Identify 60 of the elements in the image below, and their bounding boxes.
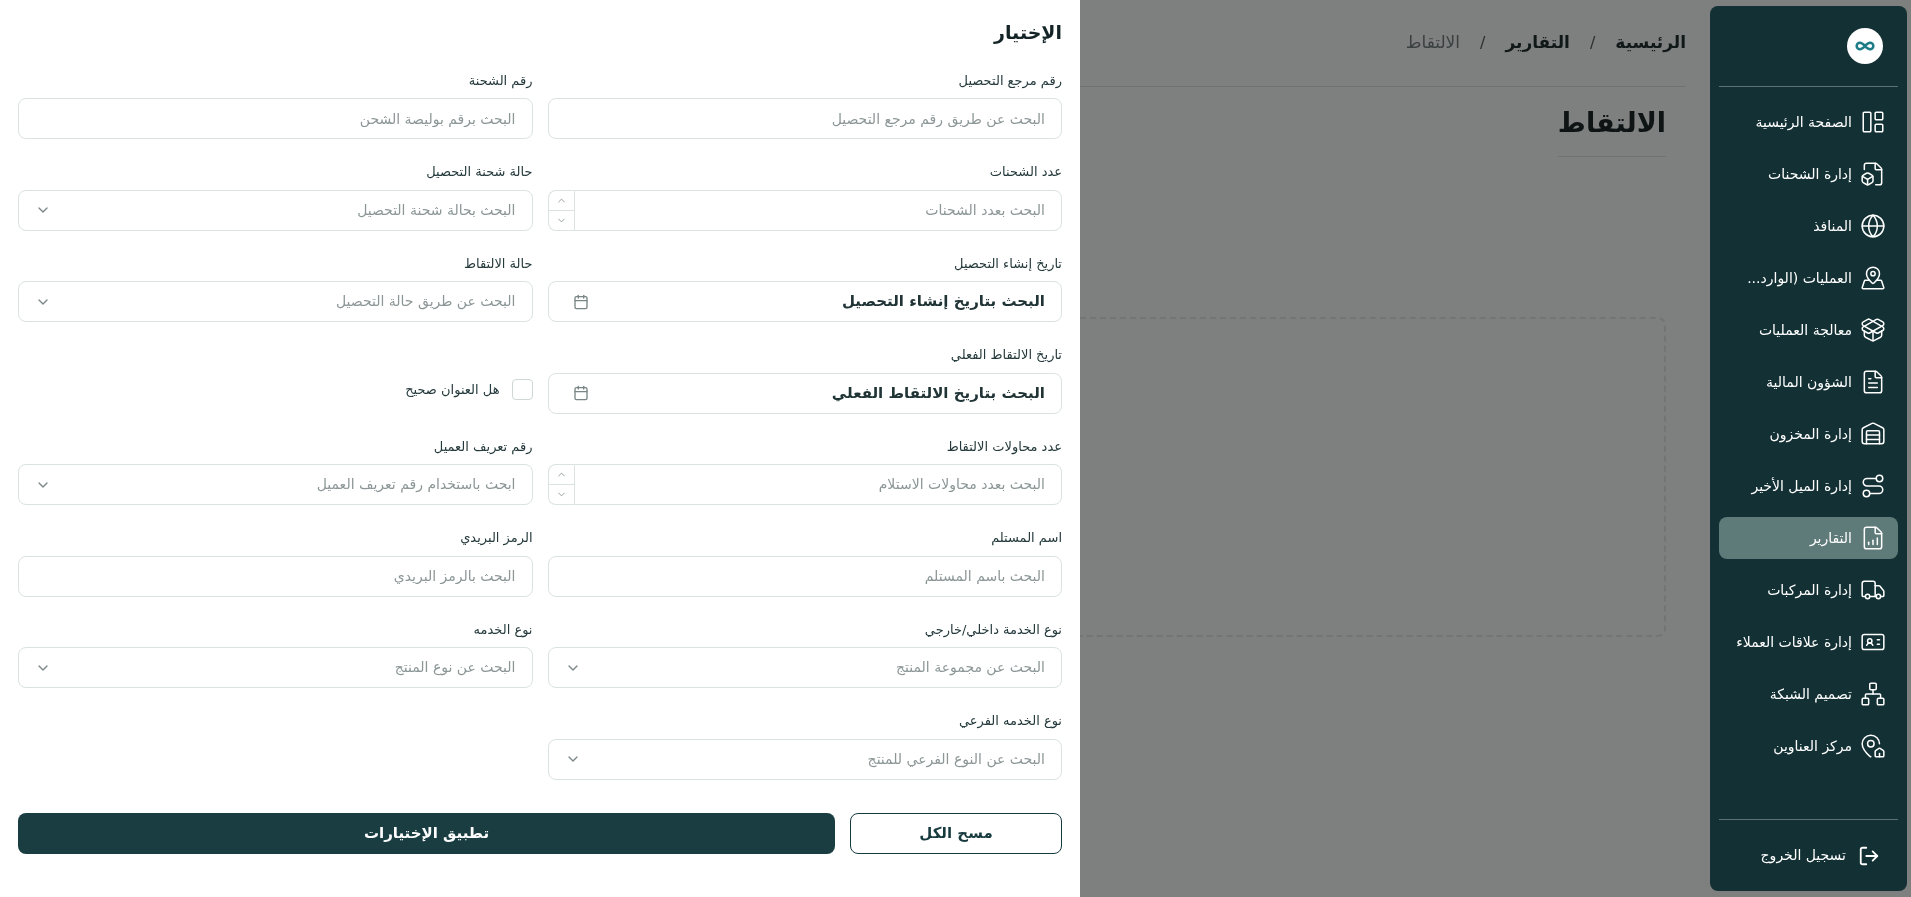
checkbox[interactable] (511, 379, 533, 401)
field-label: حالة الالتقاط (463, 254, 533, 273)
clear-all-button[interactable]: مسح الكل (850, 812, 1062, 854)
field-label: اسم المستلم (991, 529, 1062, 548)
sidebar-item[interactable]: إدارة الميل الأخير (1719, 465, 1898, 507)
number-stepper[interactable] (547, 464, 574, 505)
globe-icon (1860, 213, 1886, 239)
network-icon (1860, 681, 1886, 707)
sidebar-item[interactable]: تصميم الشبكة (1719, 673, 1898, 715)
sidebar-item[interactable]: التقارير (1719, 517, 1898, 559)
logout-icon (1858, 844, 1880, 867)
field-label: نوع الخدمه (473, 620, 533, 639)
layout-icon (1860, 109, 1886, 135)
map-pin-house-icon (1860, 733, 1886, 759)
package-icon (1860, 317, 1886, 343)
number-stepper[interactable] (547, 189, 574, 231)
sidebar-item[interactable]: الشؤون المالية (1719, 361, 1898, 403)
logout-button[interactable]: تسجيل الخروج (1760, 844, 1880, 867)
field-label: تاريخ إنشاء التحصيل (954, 254, 1062, 273)
input-field[interactable]: البحث بالرمز البريدي (18, 555, 533, 597)
sidebar-item[interactable]: العمليات (الوارد... (1719, 257, 1898, 299)
field-label: رقم تعريف العميل (433, 437, 533, 456)
field-label: حالة شحنة التحصيل (426, 163, 533, 181)
sidebar-item[interactable]: الصفحة الرئيسية (1719, 101, 1898, 143)
field-label: رقم مرجع التحصيل (958, 71, 1062, 90)
checkbox-label: هل العنوان صحيح (405, 381, 500, 400)
date-field[interactable]: البحث بتاريخ إنشاء التحصيل (547, 281, 1062, 322)
sidebar-item[interactable]: إدارة الشحنات (1719, 153, 1898, 195)
sidebar-item[interactable]: معالجة العمليات (1719, 309, 1898, 351)
field-label: عدد الشحنات (989, 163, 1062, 181)
apply-filters-button[interactable]: تطبيق الإختيارات (18, 812, 835, 854)
route-icon (1860, 473, 1886, 499)
number-input-field[interactable]: البحث بعدد الشحنات (573, 189, 1062, 231)
breadcrumb-link[interactable]: الرئيسية (1615, 30, 1686, 56)
logo-icon (1847, 28, 1883, 64)
field-label: تاريخ الالتقاط الفعلي (950, 346, 1062, 364)
page-title: الالتقاط (1557, 103, 1666, 157)
sidebar-item[interactable]: إدارة المخزون (1719, 413, 1898, 455)
number-input-field[interactable]: البحث بعدد محاولات الاستلام (573, 464, 1062, 505)
field-label: رقم الشحنة (468, 71, 533, 90)
sidebar-item[interactable]: مركز العناوين (1719, 725, 1898, 767)
input-field[interactable]: البحث برقم بوليصة الشحن (18, 98, 533, 139)
drawer-title: الإختيار (994, 20, 1062, 46)
warehouse-icon (1860, 421, 1886, 447)
field-label: نوع الخدمة داخلي/خارجي (924, 620, 1062, 639)
field-label: عدد محاولات الالتقاط (946, 437, 1062, 456)
sidebar-item[interactable]: إدارة المركبات (1719, 569, 1898, 611)
map-pin-icon (1860, 265, 1886, 291)
field-label: نوع الخدمه الفرعي (959, 712, 1062, 731)
input-field[interactable]: البحث باسم المستلم (547, 555, 1062, 597)
sidebar-item[interactable]: إدارة علاقات العملاء (1719, 621, 1898, 663)
sidebar-item[interactable]: المنافذ (1719, 205, 1898, 247)
breadcrumb-separator: / (1589, 32, 1596, 54)
date-field[interactable]: البحث بتاريخ الالتقاط الفعلي (547, 372, 1062, 414)
calendar-icon (572, 385, 589, 401)
calendar-icon (572, 293, 589, 310)
input-field[interactable]: البحث عن طريق رقم مرجع التحصيل (547, 98, 1062, 139)
field-label: الرمز البريدي (460, 529, 533, 548)
breadcrumb-separator: / (1480, 32, 1486, 54)
breadcrumb-link[interactable]: التقارير (1505, 30, 1570, 56)
